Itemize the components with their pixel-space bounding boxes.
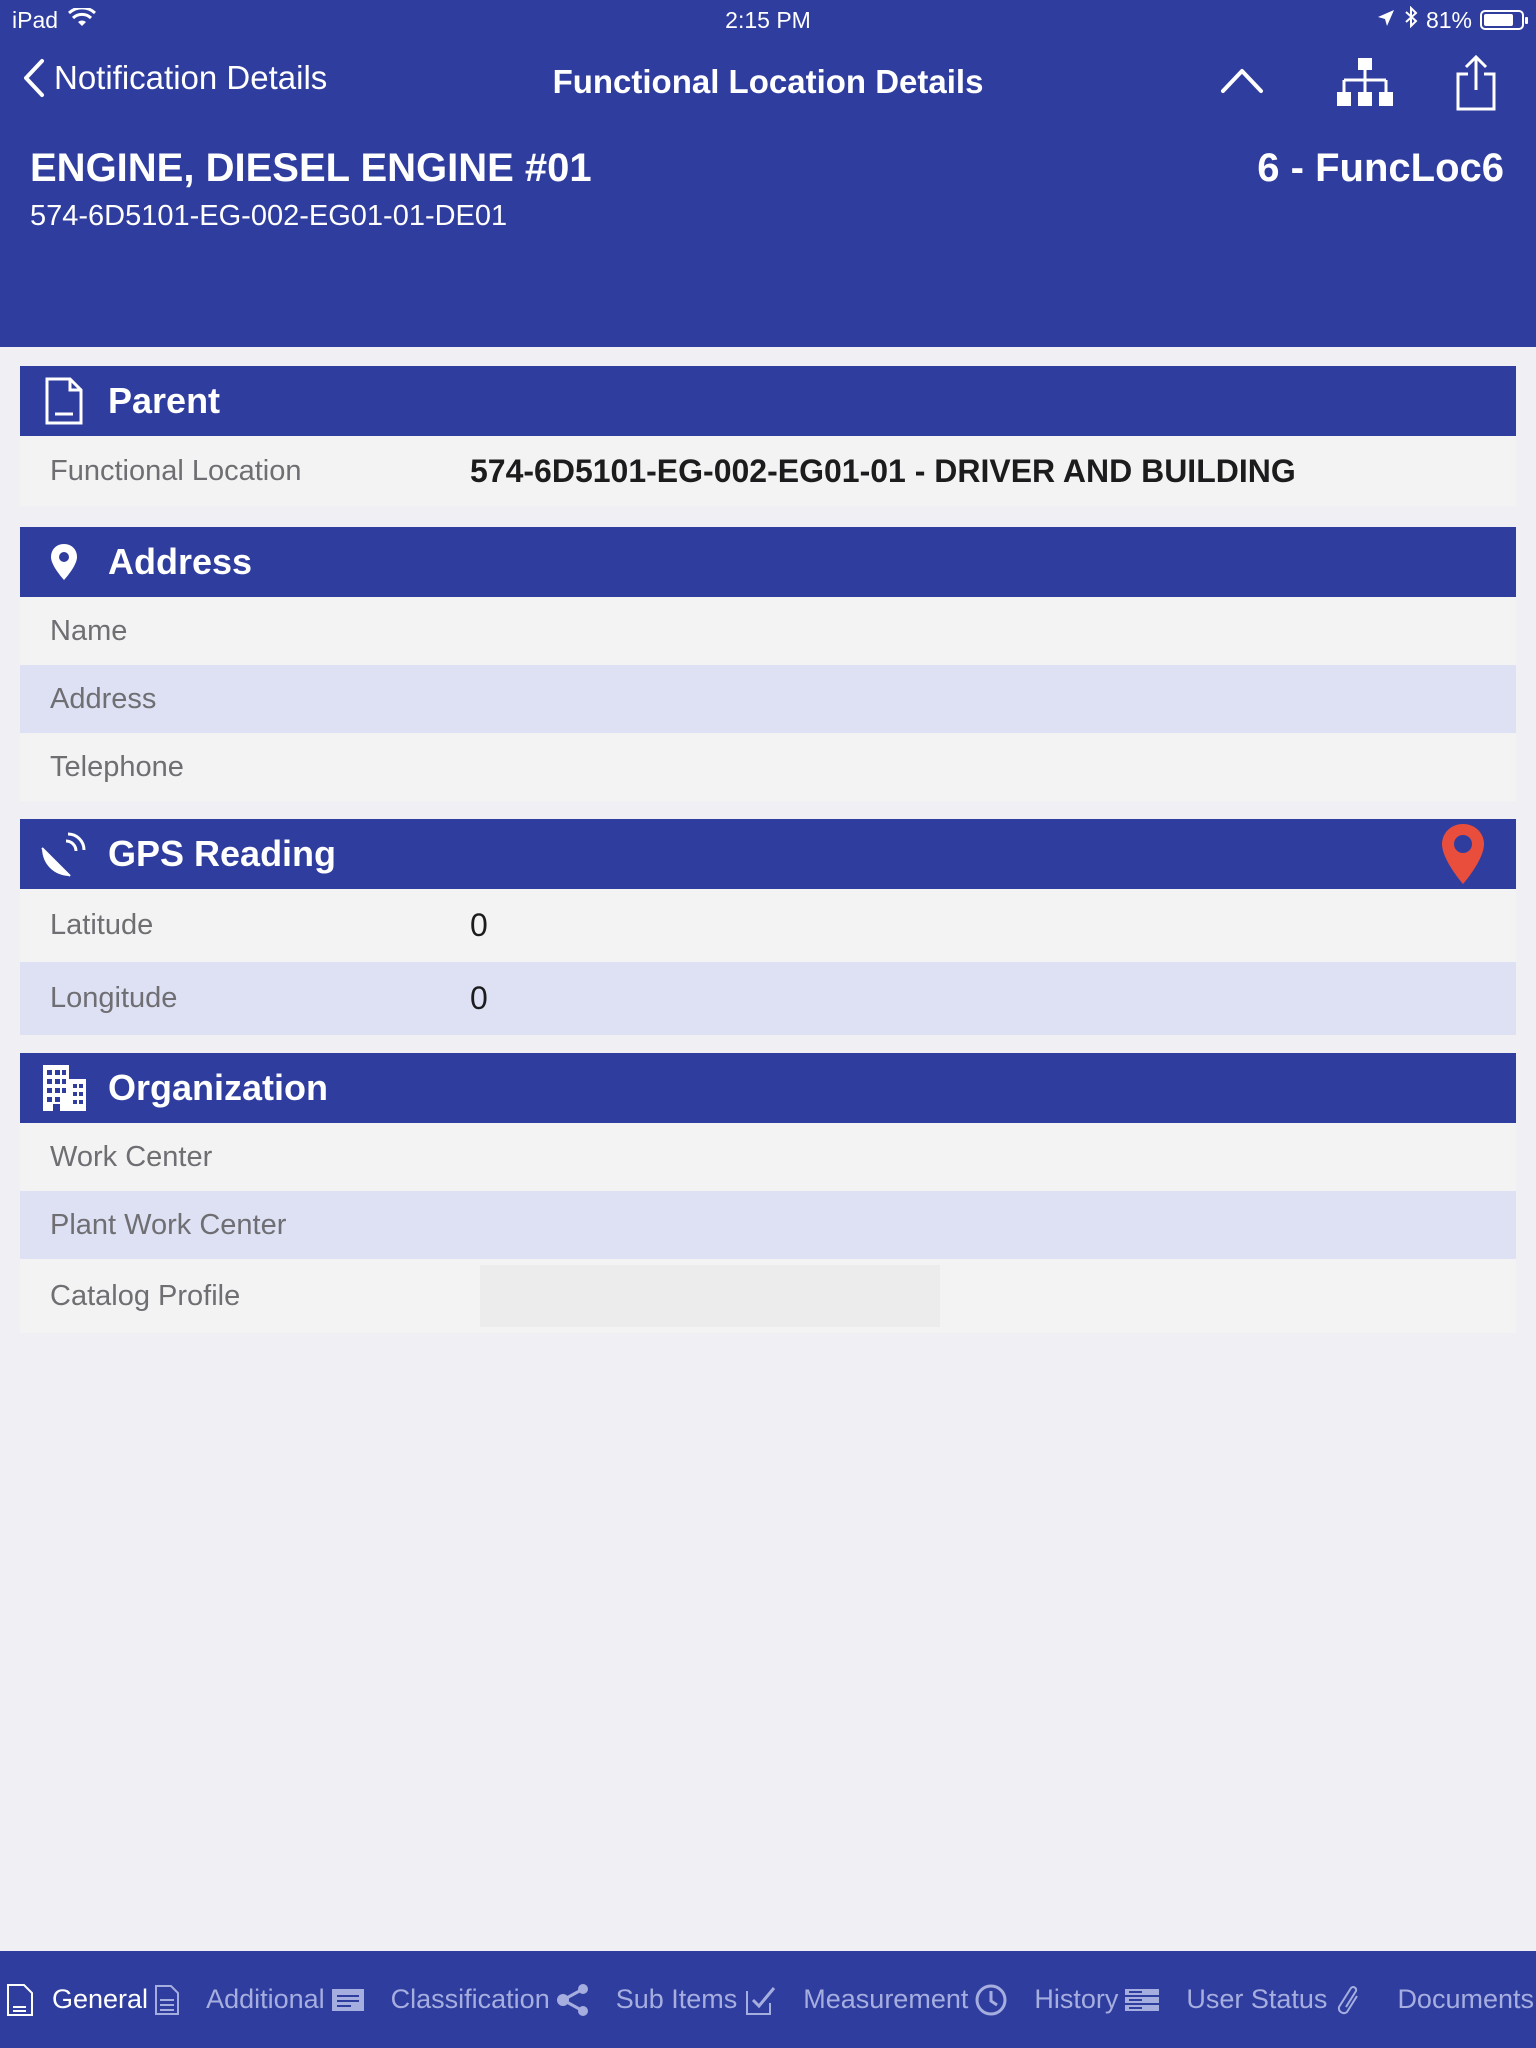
back-button[interactable]: Notification Details: [22, 58, 327, 98]
document-icon: [155, 1984, 180, 2015]
tab-general[interactable]: General: [6, 1983, 180, 2017]
section-address-header: Address: [20, 527, 1516, 597]
equipment-title: ENGINE, DIESEL ENGINE #01: [30, 146, 592, 190]
address-address-row[interactable]: Address: [20, 665, 1516, 733]
battery-percent: 81%: [1425, 6, 1472, 33]
field-label: Catalog Profile: [50, 1279, 241, 1312]
clock: 2:15 PM: [725, 7, 811, 33]
address-telephone-row[interactable]: Telephone: [20, 733, 1516, 801]
tab-bar: General Additional Classification Sub It…: [0, 1951, 1536, 2048]
section-gps-header: GPS Reading: [20, 819, 1516, 889]
chevron-left-icon: [24, 59, 44, 97]
back-label: Notification Details: [54, 59, 328, 96]
bluetooth-icon: [1404, 5, 1418, 34]
tab-label: User Status: [1186, 1984, 1328, 2014]
tab-history[interactable]: History: [1034, 1984, 1160, 2015]
field-label: Work Center: [50, 1140, 213, 1173]
equipment-id: 574-6D5101-EG-002-EG01-01-DE01: [30, 200, 508, 232]
map-location-pin-icon[interactable]: [1440, 822, 1486, 886]
tab-measurement[interactable]: Measurement: [803, 1983, 1008, 2017]
map-pin-icon: [38, 536, 90, 588]
section-parent-header: Parent: [20, 366, 1516, 436]
list-icon: [331, 1988, 364, 2011]
gauge-icon: [975, 1984, 1007, 2015]
section-title: Organization: [108, 1067, 329, 1108]
gps-latitude-row[interactable]: Latitude 0: [20, 889, 1516, 962]
tab-label: Measurement: [803, 1984, 969, 2014]
field-label: Functional Location: [50, 454, 302, 487]
org-work-center-row[interactable]: Work Center: [20, 1123, 1516, 1191]
tab-label: Additional: [206, 1984, 325, 2014]
field-label: Name: [50, 614, 128, 647]
tab-user-status[interactable]: User Status: [1186, 1982, 1365, 2018]
tab-label: Classification: [390, 1984, 550, 2014]
latitude-value: 0: [470, 907, 488, 943]
field-label: Longitude: [50, 982, 178, 1014]
checklist-icon: [746, 1986, 776, 2015]
address-name-row[interactable]: Name: [20, 597, 1516, 665]
field-label: Address: [50, 682, 157, 715]
tab-classification[interactable]: Classification: [391, 1983, 590, 2017]
longitude-value: 0: [470, 980, 488, 1016]
paperclip-icon: [1338, 1985, 1359, 2014]
nav-title: Functional Location Details: [552, 63, 984, 100]
catalog-profile-field[interactable]: [480, 1265, 940, 1327]
field-label: Latitude: [50, 909, 154, 941]
satellite-dish-icon: [38, 828, 90, 880]
field-label: Plant Work Center: [50, 1208, 287, 1241]
field-label: Telephone: [50, 750, 184, 783]
tab-documents[interactable]: Documents: [1397, 1984, 1534, 2015]
hierarchy-icon[interactable]: [1336, 56, 1394, 115]
section-title: Parent: [108, 380, 221, 421]
section-title: Address: [108, 541, 253, 582]
share-export-icon[interactable]: [1454, 54, 1498, 117]
document-icon: [7, 1983, 33, 2016]
document-icon: [38, 375, 90, 427]
gps-longitude-row[interactable]: Longitude 0: [20, 962, 1516, 1035]
battery-fill: [1484, 14, 1513, 26]
tab-label: Sub Items: [615, 1984, 738, 2014]
tab-additional[interactable]: Additional: [206, 1984, 365, 2015]
header: iPad 2:15 PM 81% Notification Details Fu…: [0, 0, 1536, 347]
history-icon: [1125, 1988, 1160, 2011]
location-arrow-icon: [1376, 7, 1396, 34]
status-bar: iPad 2:15 PM 81%: [0, 0, 1536, 40]
section-title: GPS Reading: [108, 833, 337, 874]
org-plant-work-center-row[interactable]: Plant Work Center: [20, 1191, 1516, 1259]
share-icon: [556, 1983, 588, 2016]
parent-functional-location-row[interactable]: Functional Location 574-6D5101-EG-002-EG…: [20, 436, 1516, 506]
section-organization-header: Organization: [20, 1053, 1516, 1123]
tab-label: History: [1034, 1984, 1119, 2014]
org-catalog-profile-row[interactable]: Catalog Profile: [20, 1259, 1516, 1333]
battery-icon: [1480, 10, 1528, 30]
building-icon: [38, 1062, 90, 1114]
parent-functional-location-value: 574-6D5101-EG-002-EG01-01 - DRIVER AND B…: [470, 452, 1296, 489]
functional-location-code: 6 - FuncLoc6: [1257, 146, 1504, 190]
tab-label: Documents: [1397, 1984, 1534, 2014]
tab-label: General: [52, 1984, 149, 2014]
collapse-chevron-up-icon[interactable]: [1220, 66, 1264, 99]
tab-sub-items[interactable]: Sub Items: [616, 1983, 778, 2017]
